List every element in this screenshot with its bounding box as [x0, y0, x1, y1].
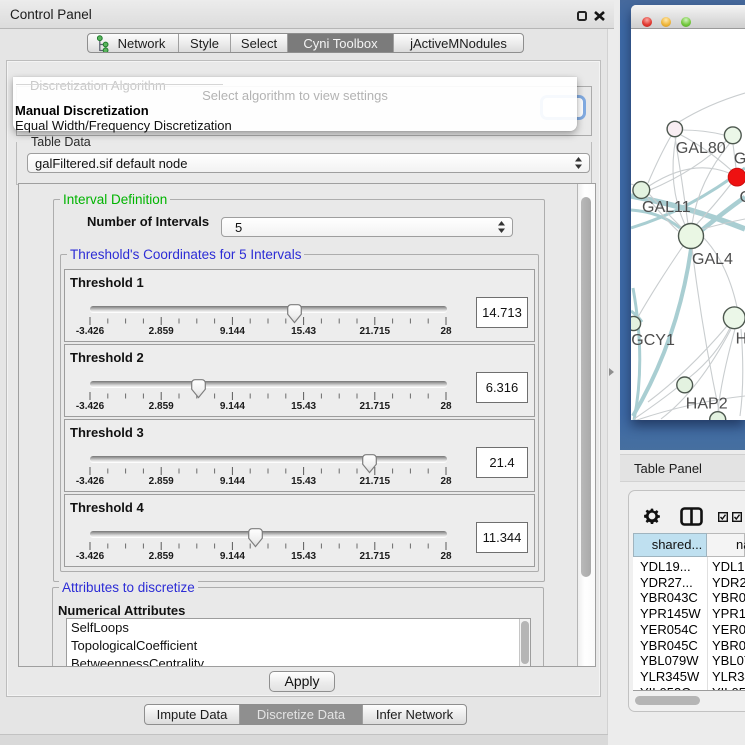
svg-text:HAP2: HAP2: [686, 396, 728, 413]
svg-text:GAL11: GAL11: [642, 199, 691, 216]
svg-text:GAL4: GAL4: [692, 251, 733, 268]
svg-text:C: C: [740, 189, 745, 206]
svg-text:GCY1: GCY1: [631, 332, 675, 349]
svg-text:GAL80: GAL80: [676, 140, 726, 157]
svg-text:GA: GA: [734, 151, 745, 168]
svg-text:H: H: [736, 331, 745, 348]
